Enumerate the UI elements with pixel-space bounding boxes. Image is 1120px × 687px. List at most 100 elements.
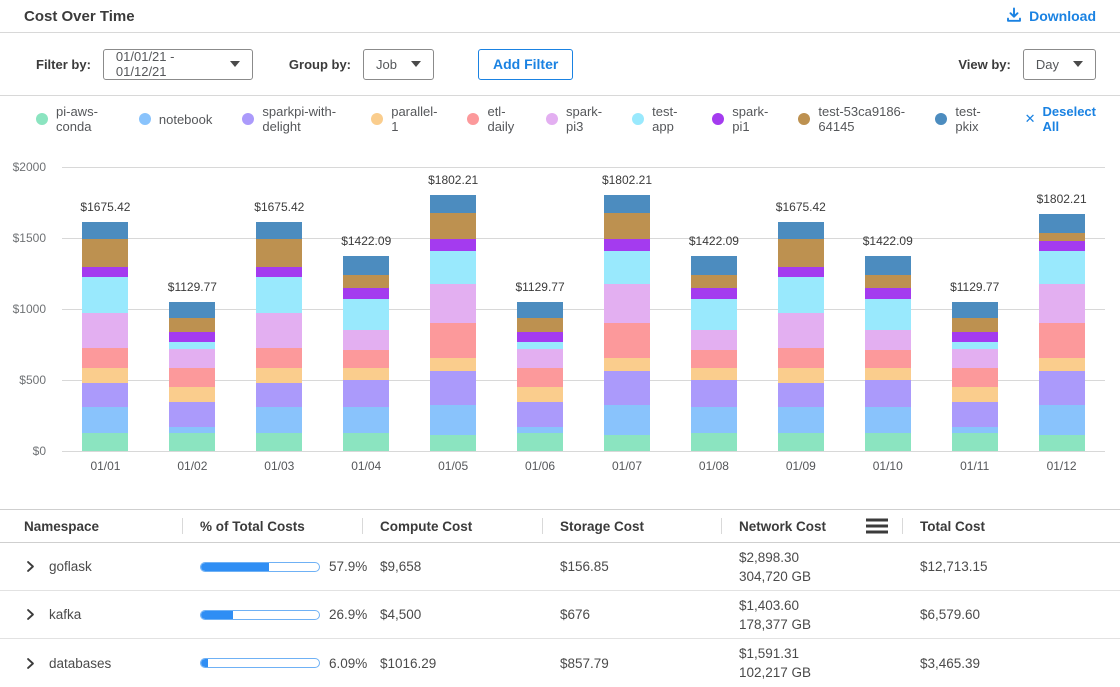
bar-segment-test-pkix[interactable] [169, 302, 215, 318]
bar-segment-spark-pi1[interactable] [430, 239, 476, 251]
bar-segment-parallel-1[interactable] [778, 368, 824, 383]
bar-segment-test-53ca9186-64145[interactable] [952, 318, 998, 332]
bar-segment-spark-pi1[interactable] [952, 332, 998, 342]
bar-segment-parallel-1[interactable] [343, 368, 389, 380]
bar-segment-test-53ca9186-64145[interactable] [1039, 233, 1085, 242]
bar-01/12[interactable]: $1802.21 [1018, 167, 1105, 451]
bar-segment-sparkpi-with-delight[interactable] [691, 380, 737, 407]
download-button[interactable]: Download [1006, 7, 1096, 26]
legend-item-test-pkix[interactable]: test-pkix [935, 104, 986, 134]
bar-segment-pi-aws-conda[interactable] [691, 433, 737, 451]
group-by-select[interactable]: Job [363, 49, 434, 80]
bar-01/07[interactable]: $1802.21 [584, 167, 671, 451]
bar-segment-test-pkix[interactable] [82, 222, 128, 239]
bar-segment-pi-aws-conda[interactable] [82, 433, 128, 451]
legend-item-test-53ca9186-64145[interactable]: test-53ca9186-64145 [798, 104, 905, 134]
bar-segment-test-pkix[interactable] [517, 302, 563, 318]
bar-segment-etl-daily[interactable] [256, 348, 302, 368]
bar-01/08[interactable]: $1422.09 [670, 167, 757, 451]
bar-segment-spark-pi3[interactable] [256, 313, 302, 348]
bar-segment-etl-daily[interactable] [169, 368, 215, 387]
legend-item-test-app[interactable]: test-app [632, 104, 682, 134]
column-header-storage-cost[interactable]: Storage Cost [542, 510, 721, 542]
bar-segment-spark-pi1[interactable] [1039, 241, 1085, 251]
bar-segment-test-53ca9186-64145[interactable] [517, 318, 563, 332]
bar-segment-parallel-1[interactable] [430, 358, 476, 371]
bar-segment-sparkpi-with-delight[interactable] [256, 383, 302, 407]
bar-segment-parallel-1[interactable] [1039, 358, 1085, 371]
bar-segment-test-app[interactable] [430, 251, 476, 283]
bar-segment-pi-aws-conda[interactable] [256, 433, 302, 451]
bar-segment-test-app[interactable] [952, 342, 998, 349]
bar-segment-notebook[interactable] [865, 407, 911, 433]
bar-segment-sparkpi-with-delight[interactable] [1039, 371, 1085, 404]
bar-segment-spark-pi1[interactable] [82, 267, 128, 277]
bar-segment-test-app[interactable] [256, 277, 302, 313]
legend-item-sparkpi-with-delight[interactable]: sparkpi-with-delight [242, 104, 341, 134]
legend-item-spark-pi1[interactable]: spark-pi1 [712, 104, 768, 134]
bar-segment-test-app[interactable] [169, 342, 215, 349]
bar-segment-sparkpi-with-delight[interactable] [952, 402, 998, 427]
column-header-compute-cost[interactable]: Compute Cost [362, 510, 542, 542]
chevron-right-icon[interactable] [24, 560, 37, 573]
bar-01/03[interactable]: $1675.42 [236, 167, 323, 451]
bar-segment-test-pkix[interactable] [430, 195, 476, 213]
bar-segment-sparkpi-with-delight[interactable] [865, 380, 911, 407]
bar-segment-test-53ca9186-64145[interactable] [865, 275, 911, 288]
bar-segment-test-app[interactable] [691, 299, 737, 330]
bar-segment-etl-daily[interactable] [82, 348, 128, 368]
bar-segment-test-pkix[interactable] [256, 222, 302, 239]
bar-segment-spark-pi1[interactable] [604, 239, 650, 251]
bar-segment-spark-pi1[interactable] [256, 267, 302, 277]
legend-item-spark-pi3[interactable]: spark-pi3 [546, 104, 602, 134]
bar-segment-sparkpi-with-delight[interactable] [82, 383, 128, 407]
bar-segment-spark-pi3[interactable] [1039, 284, 1085, 323]
bar-segment-parallel-1[interactable] [169, 387, 215, 402]
bar-segment-parallel-1[interactable] [82, 368, 128, 383]
bar-segment-test-pkix[interactable] [952, 302, 998, 318]
bar-segment-sparkpi-with-delight[interactable] [604, 371, 650, 404]
bar-segment-test-53ca9186-64145[interactable] [343, 275, 389, 288]
bar-segment-spark-pi1[interactable] [517, 332, 563, 342]
bar-segment-etl-daily[interactable] [517, 368, 563, 387]
bar-segment-spark-pi3[interactable] [169, 349, 215, 368]
bar-segment-spark-pi3[interactable] [865, 330, 911, 350]
bar-segment-spark-pi1[interactable] [778, 267, 824, 277]
column-header-total-cost[interactable]: Total Cost [902, 510, 1120, 542]
legend-item-etl-daily[interactable]: etl-daily [467, 104, 516, 134]
bar-segment-notebook[interactable] [778, 407, 824, 433]
column-menu-icon[interactable] [866, 519, 888, 534]
bar-segment-pi-aws-conda[interactable] [430, 435, 476, 451]
table-row-databases[interactable]: databases6.09%$1016.29$857.79$1,591.3110… [0, 639, 1120, 687]
bar-segment-spark-pi1[interactable] [169, 332, 215, 342]
bar-segment-etl-daily[interactable] [691, 350, 737, 368]
bar-segment-spark-pi3[interactable] [517, 349, 563, 368]
bar-segment-test-pkix[interactable] [778, 222, 824, 239]
bar-segment-etl-daily[interactable] [604, 323, 650, 358]
bar-segment-pi-aws-conda[interactable] [604, 435, 650, 451]
bar-segment-spark-pi3[interactable] [778, 313, 824, 348]
bar-segment-notebook[interactable] [1039, 405, 1085, 435]
bar-01/09[interactable]: $1675.42 [757, 167, 844, 451]
bar-segment-spark-pi3[interactable] [604, 284, 650, 323]
bar-segment-test-app[interactable] [778, 277, 824, 313]
bar-segment-notebook[interactable] [691, 407, 737, 433]
bar-segment-etl-daily[interactable] [865, 350, 911, 368]
bar-segment-test-app[interactable] [82, 277, 128, 313]
bar-segment-pi-aws-conda[interactable] [1039, 435, 1085, 451]
bar-segment-etl-daily[interactable] [430, 323, 476, 358]
bar-segment-pi-aws-conda[interactable] [343, 433, 389, 451]
column-header-%-of-total-costs[interactable]: % of Total Costs [182, 510, 362, 542]
bar-segment-test-app[interactable] [517, 342, 563, 349]
bar-segment-etl-daily[interactable] [778, 348, 824, 368]
table-row-goflask[interactable]: goflask57.9%$9,658$156.85$2,898.30304,72… [0, 543, 1120, 591]
chevron-right-icon[interactable] [24, 657, 37, 670]
bar-segment-parallel-1[interactable] [517, 387, 563, 402]
bar-segment-test-app[interactable] [343, 299, 389, 330]
bar-01/02[interactable]: $1129.77 [149, 167, 236, 451]
bar-segment-spark-pi3[interactable] [343, 330, 389, 350]
bar-segment-sparkpi-with-delight[interactable] [778, 383, 824, 407]
bar-segment-spark-pi1[interactable] [691, 288, 737, 299]
bar-segment-notebook[interactable] [430, 405, 476, 435]
bar-segment-parallel-1[interactable] [691, 368, 737, 380]
